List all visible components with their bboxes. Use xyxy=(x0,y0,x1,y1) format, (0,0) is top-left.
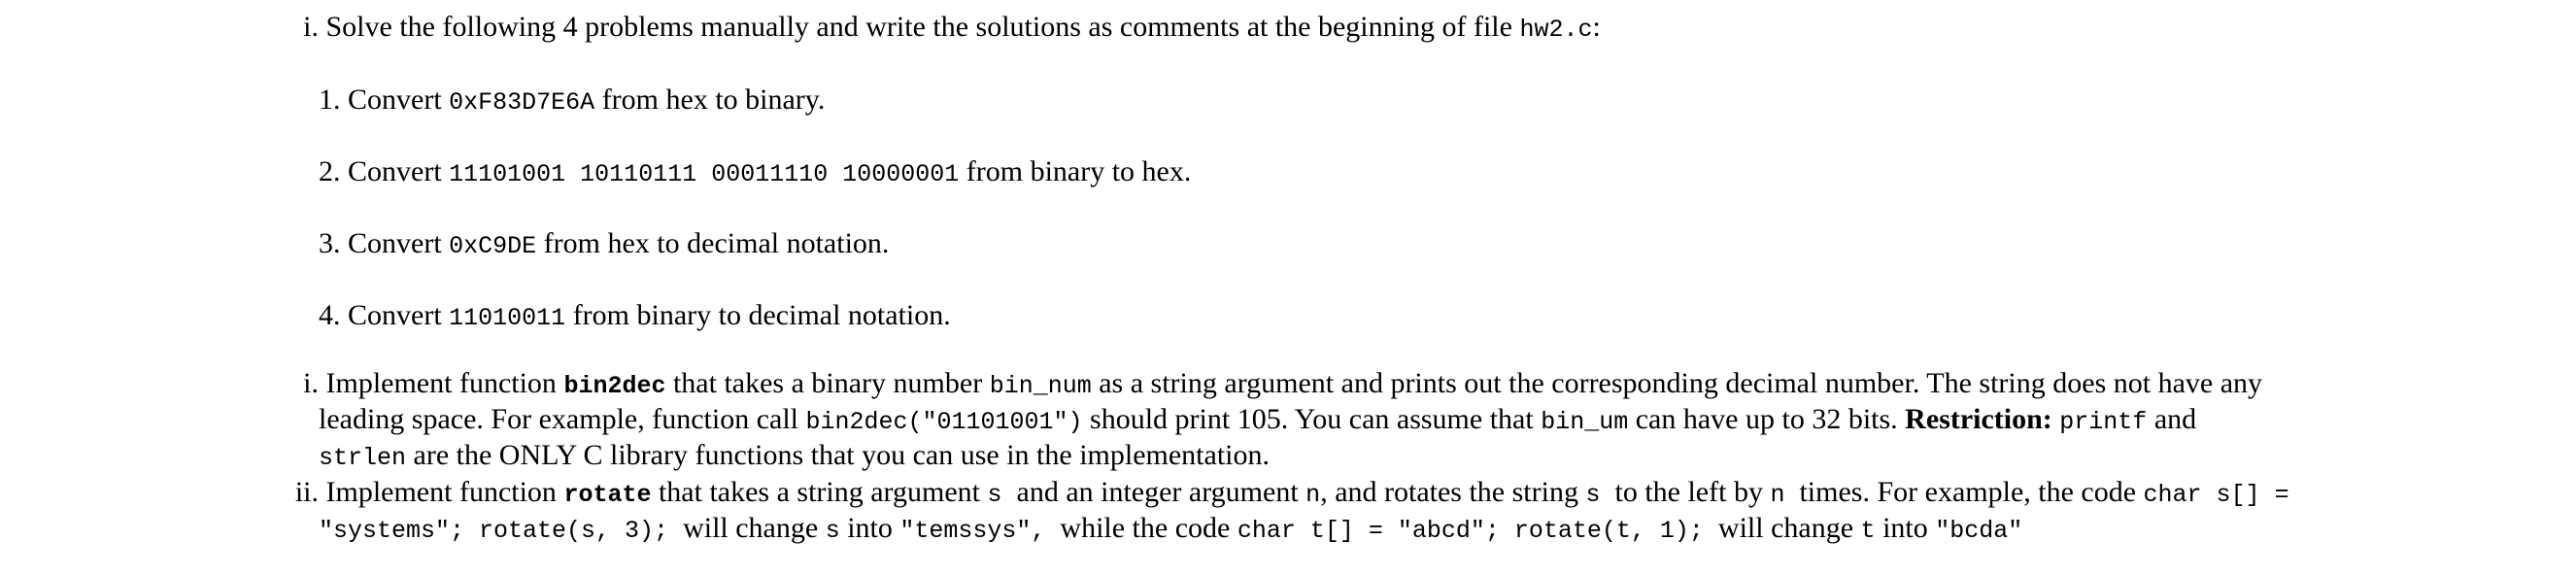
task-text: that takes a string argument xyxy=(651,476,988,508)
problem-item: 2. Convert 11101001 10110111 00011110 10… xyxy=(319,154,1191,192)
task-text: , and rotates the string xyxy=(1320,476,1586,508)
task-text: into xyxy=(839,512,900,544)
example-code: char t[] = "abcd"; rotate(t, 1); xyxy=(1237,517,1704,545)
task-text: can have up to 32 bits. xyxy=(1628,403,1906,435)
problem-item: 1. Convert 0xF83D7E6A from hex to binary… xyxy=(319,83,825,120)
problem-text: from hex to binary. xyxy=(594,84,826,116)
task-text: and an integer argument xyxy=(1001,476,1306,508)
task-text: Implement function xyxy=(325,367,564,399)
argument-code: t xyxy=(1860,517,1876,545)
problem-text: from hex to decimal notation. xyxy=(536,227,890,259)
task-text: should print 105. You can assume that xyxy=(1082,403,1542,435)
function-name: rotate xyxy=(563,481,652,509)
problem-text: Convert xyxy=(348,299,450,331)
printf-code: printf xyxy=(2059,408,2148,436)
problem-item: 4. Convert 11010011 from binary to decim… xyxy=(319,298,951,336)
task-text: leading space. For example, function cal… xyxy=(319,403,806,435)
list-marker: i. xyxy=(303,11,319,43)
argument-code: n xyxy=(1305,481,1321,509)
task-text: that takes a binary number xyxy=(665,367,990,399)
intro-suffix: : xyxy=(1592,11,1601,43)
task-text: to the left by xyxy=(1600,476,1771,508)
task-rotate-line-1: ii. Implement function rotate that takes… xyxy=(282,475,2289,513)
list-marker: i. xyxy=(303,367,319,399)
argument-code: bin_um xyxy=(1541,408,1629,436)
filename-code: hw2.c xyxy=(1519,16,1593,44)
argument-code: s xyxy=(825,517,840,545)
task-text: Implement function xyxy=(325,476,564,508)
argument-code: s xyxy=(1585,481,1601,509)
list-marker: 4. xyxy=(319,299,341,331)
argument-code: s xyxy=(987,481,1002,509)
argument-code: bin_num xyxy=(989,372,1092,400)
list-marker: ii. xyxy=(294,476,319,508)
call-code: bin2dec("01101001") xyxy=(805,408,1083,436)
problem-code: 11101001 10110111 00011110 10000001 xyxy=(449,160,960,188)
task-text: into xyxy=(1875,512,1936,544)
task-bin2dec-line-1: i. Implement function bin2dec that takes… xyxy=(289,366,2262,404)
intro-text: Solve the following 4 problems manually … xyxy=(325,11,1520,43)
task-text: and xyxy=(2147,403,2197,435)
problem-code: 11010011 xyxy=(449,304,566,332)
problem-text: from binary to decimal notation. xyxy=(565,299,951,331)
problem-code: 0xF83D7E6A xyxy=(449,88,595,117)
restriction-label: Restriction: xyxy=(1905,403,2052,435)
example-code: "systems"; rotate(s, 3); xyxy=(319,517,669,545)
list-marker: 3. xyxy=(319,227,341,259)
result-code: "bcda" xyxy=(1935,517,2023,545)
task-bin2dec-line-3: strlen are the ONLY C library functions … xyxy=(319,438,1270,476)
task-text: as a string argument and prints out the … xyxy=(1091,367,2263,399)
task-text: will change xyxy=(668,512,826,544)
problem-text: Convert xyxy=(348,227,450,259)
result-code: "temssys", xyxy=(899,517,1046,545)
problem-code: 0xC9DE xyxy=(449,232,537,260)
function-name: bin2dec xyxy=(563,372,666,400)
task-rotate-line-2: "systems"; rotate(s, 3); will change s i… xyxy=(319,511,2022,549)
problem-text: Convert xyxy=(348,155,450,187)
argument-code: n xyxy=(1770,481,1785,509)
intro-item: i. Solve the following 4 problems manual… xyxy=(289,10,1601,48)
strlen-code: strlen xyxy=(319,444,407,472)
problem-item: 3. Convert 0xC9DE from hex to decimal no… xyxy=(319,226,889,264)
task-text: times. For example, the code xyxy=(1784,476,2144,508)
problem-text: Convert xyxy=(348,84,450,116)
list-marker: 1. xyxy=(319,84,341,116)
task-bin2dec-line-2: leading space. For example, function cal… xyxy=(319,402,2196,440)
task-text: will change xyxy=(1703,512,1861,544)
problem-text: from binary to hex. xyxy=(959,155,1192,187)
task-text: while the code xyxy=(1045,512,1237,544)
task-text: are the ONLY C library functions that yo… xyxy=(406,439,1270,471)
example-code: char s[] = xyxy=(2143,481,2289,509)
list-marker: 2. xyxy=(319,155,341,187)
